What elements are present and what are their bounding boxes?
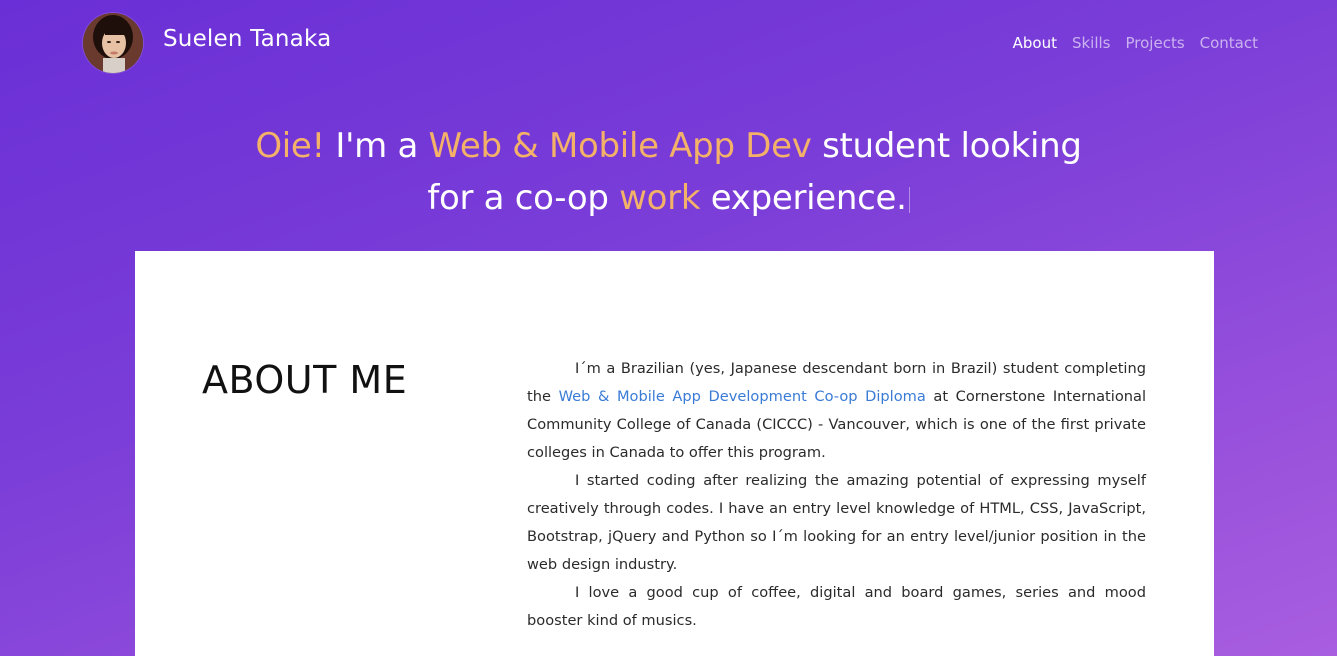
nav-contact[interactable]: Contact (1200, 34, 1258, 52)
hero-role: Web & Mobile App Dev (428, 126, 812, 166)
diploma-link[interactable]: Web & Mobile App Development Co-op Diplo… (559, 388, 926, 405)
about-heading: ABOUT ME (202, 358, 408, 402)
hero-work: work (619, 178, 701, 218)
hero-text-1: I'm a (324, 126, 429, 166)
hero-headline: Oie! I'm a Web & Mobile App Dev student … (0, 120, 1337, 224)
about-paragraph-1: I´m a Brazilian (yes, Japanese descendan… (527, 355, 1146, 467)
about-paragraph-3: I love a good cup of coffee, digital and… (527, 584, 1146, 629)
about-paragraph-2: I started coding after realizing the ama… (527, 472, 1146, 573)
typing-cursor (908, 186, 910, 213)
hero-text-3: for a co-op (427, 178, 620, 218)
hero-text-2: student looking (811, 126, 1082, 166)
nav-skills[interactable]: Skills (1072, 34, 1111, 52)
about-text: I´m a Brazilian (yes, Japanese descendan… (527, 355, 1146, 635)
profile-photo (83, 13, 143, 73)
about-section: ABOUT ME I´m a Brazilian (yes, Japanese … (135, 251, 1214, 656)
nav-projects[interactable]: Projects (1126, 34, 1185, 52)
nav-about[interactable]: About (1013, 34, 1057, 52)
hero-greeting: Oie! (255, 126, 325, 166)
site-title[interactable]: Suelen Tanaka (163, 26, 331, 52)
avatar (83, 13, 143, 73)
main-nav: About Skills Projects Contact (1013, 34, 1258, 52)
hero-text-4: experience. (700, 178, 907, 218)
